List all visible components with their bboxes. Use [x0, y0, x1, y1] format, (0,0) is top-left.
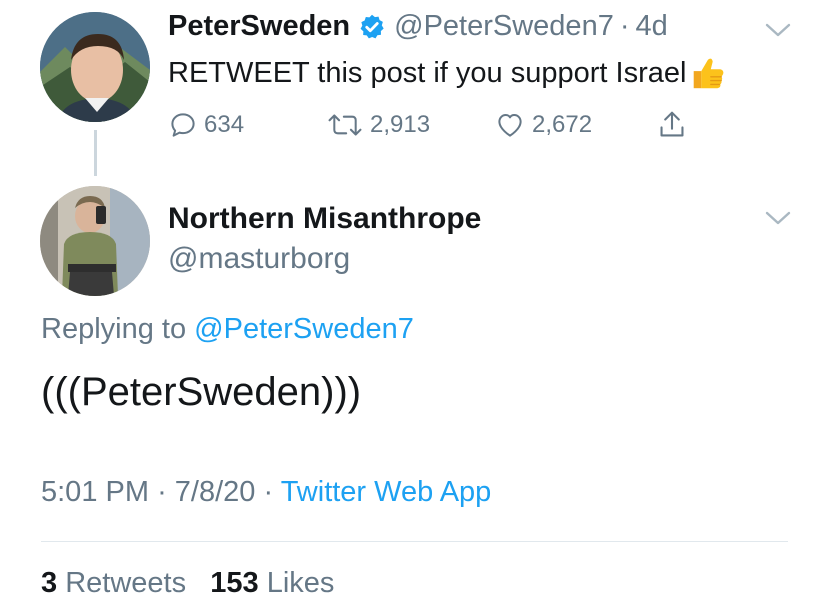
- chevron-down-icon[interactable]: [765, 22, 791, 38]
- reply-author-name[interactable]: Northern Misanthrope: [168, 202, 481, 236]
- share-icon: [660, 111, 684, 137]
- tweet-time[interactable]: 5:01 PM: [41, 476, 149, 508]
- heart-icon: [498, 114, 522, 137]
- tweet-date[interactable]: 7/8/20: [175, 476, 256, 508]
- like-action[interactable]: 2,672: [494, 108, 592, 142]
- engagement-stats: 3 Retweets 153 Likes: [41, 567, 334, 600]
- parent-tweet-text: RETWEET this post if you support Israel: [168, 54, 726, 92]
- dot-separator: ·: [263, 476, 281, 508]
- avatar[interactable]: [40, 12, 150, 122]
- retweet-action[interactable]: 2,913: [326, 108, 430, 142]
- thumbs-up-emoji-icon: [694, 58, 724, 89]
- avatar-photo-icon: [40, 186, 150, 296]
- share-action[interactable]: [657, 108, 687, 142]
- parent-tweet-header: PeterSweden @PeterSweden7 · 4d: [168, 10, 668, 43]
- reply-tweet-text: (((PeterSweden))): [41, 370, 362, 414]
- retweets-stat-label: Retweets: [65, 567, 187, 599]
- parent-author-name[interactable]: PeterSweden: [168, 10, 350, 43]
- likes-stat[interactable]: 153 Likes: [210, 567, 334, 599]
- likes-stat-count: 153: [210, 567, 259, 599]
- reply-action[interactable]: 634: [168, 108, 244, 142]
- dot-separator: ·: [619, 10, 630, 42]
- avatar-photo-icon: [40, 12, 150, 122]
- like-count: 2,672: [532, 111, 593, 138]
- reply-author-handle[interactable]: @masturborg: [168, 242, 350, 276]
- retweet-icon: [328, 114, 362, 136]
- parent-tweet-time[interactable]: 4d: [636, 10, 668, 43]
- divider: [41, 541, 788, 542]
- parent-tweet-body: RETWEET this post if you support Israel: [168, 56, 687, 89]
- tweet-source-link[interactable]: Twitter Web App: [281, 476, 492, 508]
- replying-to-label: Replying to: [41, 313, 187, 345]
- chevron-down-icon[interactable]: [765, 210, 791, 226]
- replying-to-line: Replying to @PeterSweden7: [41, 313, 414, 346]
- retweets-stat[interactable]: 3 Retweets: [41, 567, 186, 599]
- reply-count: 634: [204, 111, 245, 138]
- reply-icon: [171, 113, 195, 137]
- parent-author-handle[interactable]: @PeterSweden7: [394, 10, 614, 43]
- retweet-count: 2,913: [370, 111, 431, 138]
- replying-to-handle-link[interactable]: @PeterSweden7: [194, 313, 414, 345]
- dot-separator: ·: [157, 476, 175, 508]
- likes-stat-label: Likes: [266, 567, 335, 599]
- retweets-stat-count: 3: [41, 567, 58, 599]
- avatar[interactable]: [40, 186, 150, 296]
- verified-badge-icon: [360, 14, 384, 38]
- tweet-meta: 5:01 PM · 7/8/20 · Twitter Web App: [41, 476, 491, 509]
- thread-line: [94, 130, 97, 176]
